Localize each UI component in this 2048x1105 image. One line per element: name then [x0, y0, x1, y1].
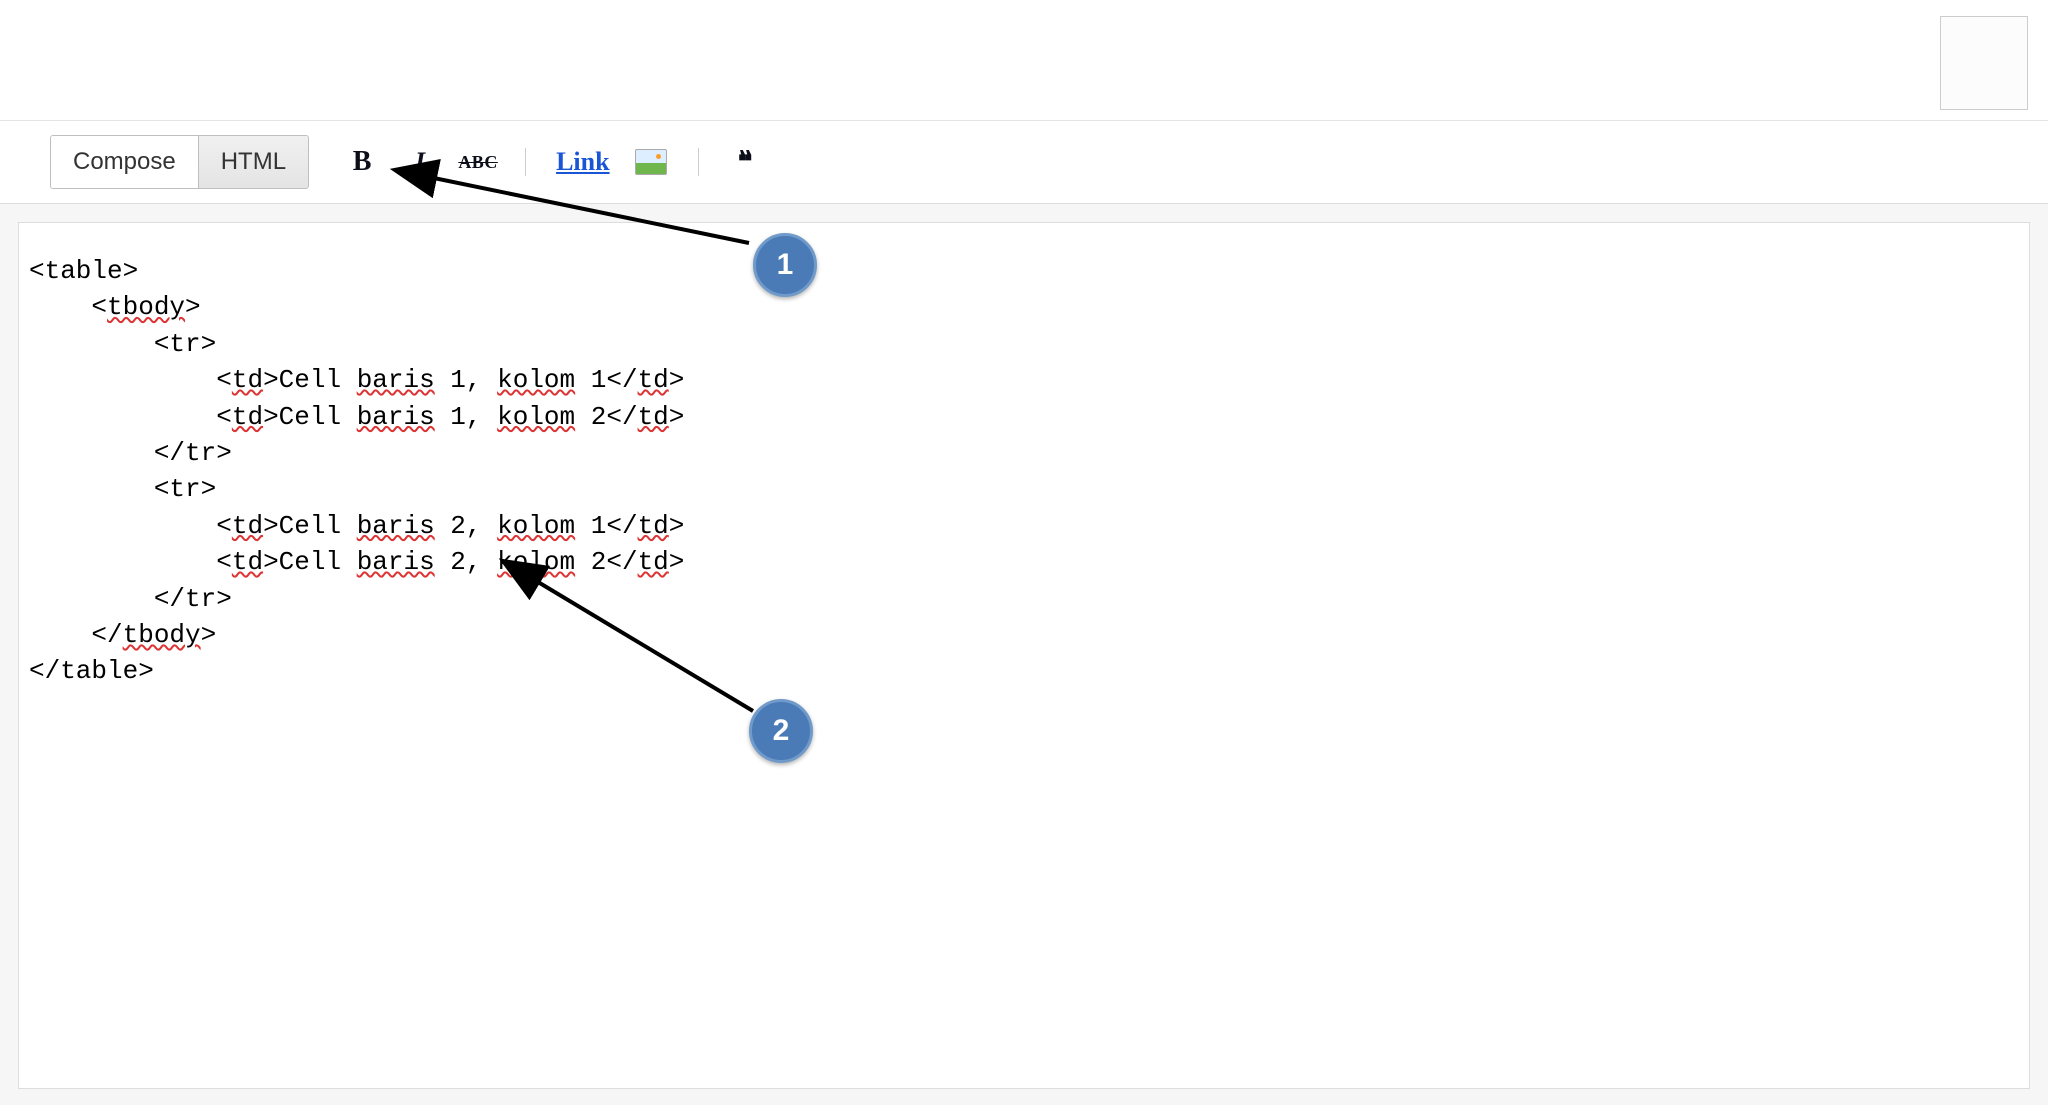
quote-icon: ❝ [738, 145, 753, 179]
callout-badge-2: 2 [749, 699, 813, 763]
editor-canvas: <table> <tbody> <tr> <td>Cell baris 1, k… [0, 204, 2048, 1105]
mode-button-group: Compose HTML [50, 135, 309, 189]
strikethrough-icon: ABC [458, 152, 498, 173]
quote-button[interactable]: ❝ [729, 145, 763, 179]
image-button[interactable] [634, 145, 668, 179]
strikethrough-button[interactable]: ABC [461, 145, 495, 179]
callout-number: 2 [773, 714, 790, 748]
callout-number: 1 [777, 248, 794, 282]
bold-button[interactable]: B [345, 145, 379, 179]
header-right-box [1940, 16, 2028, 110]
bold-icon: B [353, 146, 372, 178]
image-icon [635, 149, 667, 175]
italic-button[interactable]: I [403, 145, 437, 179]
code-content: <table> <tbody> <tr> <td>Cell baris 1, k… [29, 253, 2019, 690]
compose-button[interactable]: Compose [51, 136, 198, 188]
separator-icon [698, 148, 699, 176]
separator-icon [525, 148, 526, 176]
callout-badge-1: 1 [753, 233, 817, 297]
italic-icon: I [415, 147, 425, 177]
editor-toolbar: Compose HTML B I ABC Link ❝ [0, 121, 2048, 204]
code-editor[interactable]: <table> <tbody> <tr> <td>Cell baris 1, k… [18, 222, 2030, 1089]
html-button[interactable]: HTML [198, 136, 308, 188]
format-tools: B I ABC Link ❝ [345, 145, 763, 179]
header-strip [0, 0, 2048, 121]
link-button[interactable]: Link [556, 147, 610, 177]
